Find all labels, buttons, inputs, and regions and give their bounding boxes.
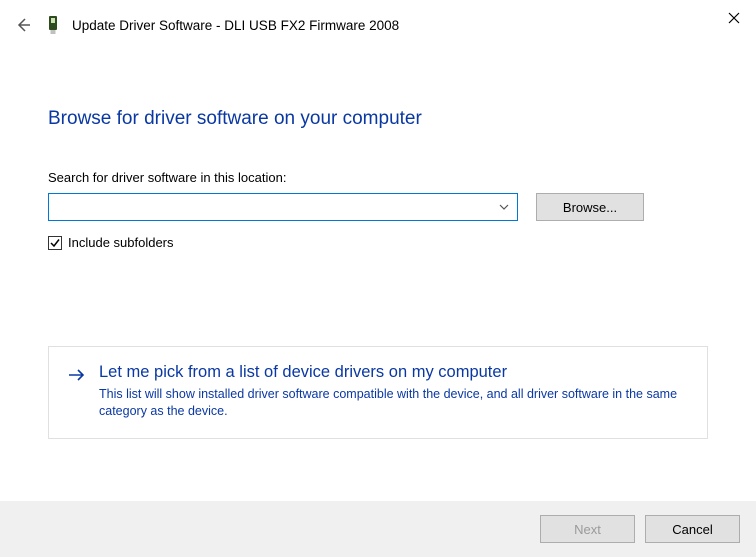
path-combobox[interactable]: [48, 193, 518, 221]
chevron-down-icon: [499, 204, 509, 210]
back-arrow-icon: [15, 17, 31, 33]
device-icon: [46, 15, 62, 35]
option-title: Let me pick from a list of device driver…: [99, 363, 689, 382]
combobox-dropdown-button[interactable]: [491, 194, 515, 220]
path-row: Browse...: [48, 193, 708, 221]
cancel-button[interactable]: Cancel: [645, 515, 740, 543]
include-subfolders-checkbox[interactable]: [48, 236, 62, 250]
close-button[interactable]: [722, 6, 746, 30]
include-subfolders-label[interactable]: Include subfolders: [68, 235, 174, 250]
titlebar: Update Driver Software - DLI USB FX2 Fir…: [0, 0, 756, 50]
option-arrow-icon: [67, 367, 87, 386]
path-input[interactable]: [49, 194, 491, 220]
browse-button[interactable]: Browse...: [536, 193, 644, 221]
window-title: Update Driver Software - DLI USB FX2 Fir…: [72, 18, 399, 33]
page-heading: Browse for driver software on your compu…: [48, 108, 708, 130]
checkmark-icon: [50, 238, 60, 248]
option-text: Let me pick from a list of device driver…: [99, 363, 689, 420]
include-subfolders-row: Include subfolders: [48, 235, 708, 250]
back-button[interactable]: [12, 14, 34, 36]
search-path-label: Search for driver software in this locat…: [48, 170, 708, 185]
option-description: This list will show installed driver sof…: [99, 386, 689, 420]
close-icon: [728, 12, 740, 24]
footer: Next Cancel: [0, 501, 756, 557]
next-button: Next: [540, 515, 635, 543]
content-area: Browse for driver software on your compu…: [0, 50, 756, 439]
pick-from-list-option[interactable]: Let me pick from a list of device driver…: [48, 346, 708, 439]
